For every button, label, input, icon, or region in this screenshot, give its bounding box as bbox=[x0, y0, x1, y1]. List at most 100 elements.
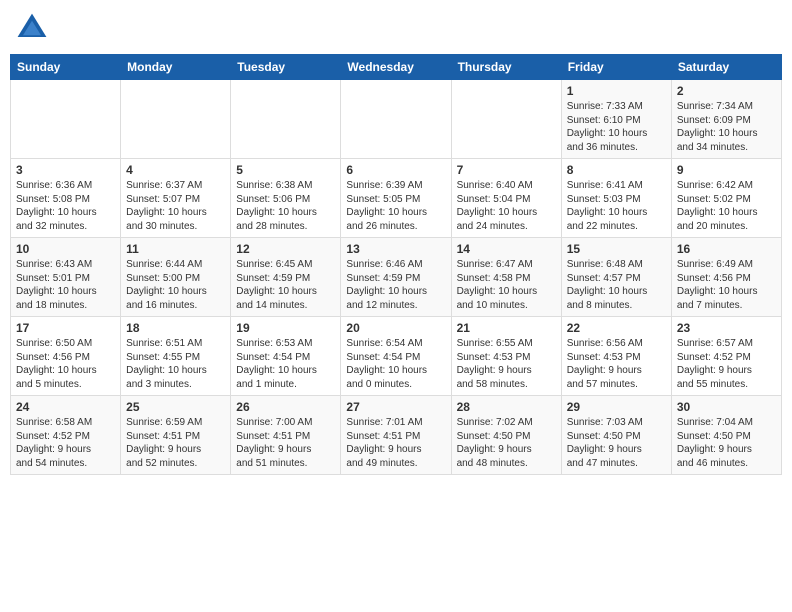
calendar-cell: 5 Sunrise: 6:38 AM Sunset: 5:06 PM Daylig… bbox=[231, 159, 341, 238]
day-info: Sunrise: 6:39 AM Sunset: 5:05 PM Dayligh… bbox=[346, 179, 445, 233]
day-info: Sunrise: 7:03 AM Sunset: 4:50 PM Dayligh… bbox=[567, 416, 666, 470]
day-number: 2 bbox=[677, 84, 776, 98]
calendar-cell: 7 Sunrise: 6:40 AM Sunset: 5:04 PM Daylig… bbox=[451, 159, 561, 238]
calendar-cell: 19Sunrise: 6:53 AM Sunset: 4:54 PM Dayli… bbox=[231, 317, 341, 396]
calendar-cell: 13 Sunrise: 6:46 AM Sunset: 4:59 PM Dayli… bbox=[341, 238, 451, 317]
calendar-cell: 10 Sunrise: 6:43 AM Sunset: 5:01 PM Dayli… bbox=[11, 238, 121, 317]
day-info: Sunrise: 7:01 AM Sunset: 4:51 PM Dayligh… bbox=[346, 416, 445, 470]
calendar-table: SundayMondayTuesdayWednesdayThursdayFrid… bbox=[10, 54, 782, 475]
day-number: 17 bbox=[16, 321, 115, 335]
calendar-week-row: 10 Sunrise: 6:43 AM Sunset: 5:01 PM Dayli… bbox=[11, 238, 782, 317]
day-number: 9 bbox=[677, 163, 776, 177]
calendar-cell: 16 Sunrise: 6:49 AM Sunset: 4:56 PM Dayli… bbox=[671, 238, 781, 317]
day-number: 11 bbox=[126, 242, 225, 256]
day-info: Sunrise: 7:33 AM Sunset: 6:10 PM Dayligh… bbox=[567, 100, 666, 154]
day-info: Sunrise: 6:38 AM Sunset: 5:06 PM Dayligh… bbox=[236, 179, 335, 233]
calendar-cell bbox=[451, 80, 561, 159]
calendar-cell: 14 Sunrise: 6:47 AM Sunset: 4:58 PM Dayli… bbox=[451, 238, 561, 317]
day-info: Sunrise: 6:43 AM Sunset: 5:01 PM Dayligh… bbox=[16, 258, 115, 312]
day-number: 28 bbox=[457, 400, 556, 414]
weekday-header: Friday bbox=[561, 55, 671, 80]
calendar-cell bbox=[341, 80, 451, 159]
day-info: Sunrise: 6:58 AM Sunset: 4:52 PM Dayligh… bbox=[16, 416, 115, 470]
day-number: 25 bbox=[126, 400, 225, 414]
calendar-cell: 21 Sunrise: 6:55 AM Sunset: 4:53 PM Dayli… bbox=[451, 317, 561, 396]
day-number: 14 bbox=[457, 242, 556, 256]
calendar-week-row: 24 Sunrise: 6:58 AM Sunset: 4:52 PM Dayli… bbox=[11, 396, 782, 475]
calendar-cell: 3 Sunrise: 6:36 AM Sunset: 5:08 PM Daylig… bbox=[11, 159, 121, 238]
day-info: Sunrise: 6:57 AM Sunset: 4:52 PM Dayligh… bbox=[677, 337, 776, 391]
day-number: 21 bbox=[457, 321, 556, 335]
weekday-header: Saturday bbox=[671, 55, 781, 80]
calendar-cell: 15 Sunrise: 6:48 AM Sunset: 4:57 PM Dayli… bbox=[561, 238, 671, 317]
calendar-cell: 2 Sunrise: 7:34 AM Sunset: 6:09 PM Daylig… bbox=[671, 80, 781, 159]
day-number: 7 bbox=[457, 163, 556, 177]
day-number: 4 bbox=[126, 163, 225, 177]
day-info: Sunrise: 6:48 AM Sunset: 4:57 PM Dayligh… bbox=[567, 258, 666, 312]
day-number: 29 bbox=[567, 400, 666, 414]
day-info: Sunrise: 6:40 AM Sunset: 5:04 PM Dayligh… bbox=[457, 179, 556, 233]
day-number: 6 bbox=[346, 163, 445, 177]
calendar-header-row: SundayMondayTuesdayWednesdayThursdayFrid… bbox=[11, 55, 782, 80]
calendar-cell: 4 Sunrise: 6:37 AM Sunset: 5:07 PM Daylig… bbox=[121, 159, 231, 238]
calendar-week-row: 1 Sunrise: 7:33 AM Sunset: 6:10 PM Daylig… bbox=[11, 80, 782, 159]
day-info: Sunrise: 6:45 AM Sunset: 4:59 PM Dayligh… bbox=[236, 258, 335, 312]
day-number: 15 bbox=[567, 242, 666, 256]
day-number: 20 bbox=[346, 321, 445, 335]
day-number: 13 bbox=[346, 242, 445, 256]
day-number: 30 bbox=[677, 400, 776, 414]
calendar-cell bbox=[231, 80, 341, 159]
calendar-cell: 8Sunrise: 6:41 AM Sunset: 5:03 PM Daylig… bbox=[561, 159, 671, 238]
weekday-header: Sunday bbox=[11, 55, 121, 80]
day-info: Sunrise: 6:56 AM Sunset: 4:53 PM Dayligh… bbox=[567, 337, 666, 391]
calendar-cell: 26Sunrise: 7:00 AM Sunset: 4:51 PM Dayli… bbox=[231, 396, 341, 475]
calendar-cell: 17 Sunrise: 6:50 AM Sunset: 4:56 PM Dayli… bbox=[11, 317, 121, 396]
calendar-cell bbox=[11, 80, 121, 159]
day-info: Sunrise: 6:36 AM Sunset: 5:08 PM Dayligh… bbox=[16, 179, 115, 233]
day-info: Sunrise: 7:02 AM Sunset: 4:50 PM Dayligh… bbox=[457, 416, 556, 470]
calendar-cell: 23 Sunrise: 6:57 AM Sunset: 4:52 PM Dayli… bbox=[671, 317, 781, 396]
day-info: Sunrise: 6:42 AM Sunset: 5:02 PM Dayligh… bbox=[677, 179, 776, 233]
day-number: 8 bbox=[567, 163, 666, 177]
day-number: 3 bbox=[16, 163, 115, 177]
day-info: Sunrise: 6:37 AM Sunset: 5:07 PM Dayligh… bbox=[126, 179, 225, 233]
logo-icon bbox=[14, 10, 50, 46]
day-number: 23 bbox=[677, 321, 776, 335]
day-number: 26 bbox=[236, 400, 335, 414]
logo bbox=[14, 10, 54, 46]
day-info: Sunrise: 6:53 AM Sunset: 4:54 PM Dayligh… bbox=[236, 337, 335, 391]
day-info: Sunrise: 7:04 AM Sunset: 4:50 PM Dayligh… bbox=[677, 416, 776, 470]
day-number: 5 bbox=[236, 163, 335, 177]
calendar-cell bbox=[121, 80, 231, 159]
day-number: 16 bbox=[677, 242, 776, 256]
calendar-cell: 12 Sunrise: 6:45 AM Sunset: 4:59 PM Dayli… bbox=[231, 238, 341, 317]
day-number: 24 bbox=[16, 400, 115, 414]
calendar-cell: 6 Sunrise: 6:39 AM Sunset: 5:05 PM Daylig… bbox=[341, 159, 451, 238]
calendar-cell: 27 Sunrise: 7:01 AM Sunset: 4:51 PM Dayli… bbox=[341, 396, 451, 475]
weekday-header: Monday bbox=[121, 55, 231, 80]
day-number: 18 bbox=[126, 321, 225, 335]
calendar-cell: 25Sunrise: 6:59 AM Sunset: 4:51 PM Dayli… bbox=[121, 396, 231, 475]
calendar-cell: 22 Sunrise: 6:56 AM Sunset: 4:53 PM Dayli… bbox=[561, 317, 671, 396]
day-info: Sunrise: 6:46 AM Sunset: 4:59 PM Dayligh… bbox=[346, 258, 445, 312]
day-info: Sunrise: 6:49 AM Sunset: 4:56 PM Dayligh… bbox=[677, 258, 776, 312]
weekday-header: Wednesday bbox=[341, 55, 451, 80]
day-info: Sunrise: 6:50 AM Sunset: 4:56 PM Dayligh… bbox=[16, 337, 115, 391]
day-info: Sunrise: 6:55 AM Sunset: 4:53 PM Dayligh… bbox=[457, 337, 556, 391]
calendar-cell: 18Sunrise: 6:51 AM Sunset: 4:55 PM Dayli… bbox=[121, 317, 231, 396]
day-info: Sunrise: 6:44 AM Sunset: 5:00 PM Dayligh… bbox=[126, 258, 225, 312]
day-number: 12 bbox=[236, 242, 335, 256]
day-info: Sunrise: 6:47 AM Sunset: 4:58 PM Dayligh… bbox=[457, 258, 556, 312]
calendar-cell: 11 Sunrise: 6:44 AM Sunset: 5:00 PM Dayli… bbox=[121, 238, 231, 317]
weekday-header: Thursday bbox=[451, 55, 561, 80]
calendar-cell: 28 Sunrise: 7:02 AM Sunset: 4:50 PM Dayli… bbox=[451, 396, 561, 475]
day-number: 27 bbox=[346, 400, 445, 414]
day-info: Sunrise: 7:34 AM Sunset: 6:09 PM Dayligh… bbox=[677, 100, 776, 154]
day-number: 22 bbox=[567, 321, 666, 335]
day-number: 1 bbox=[567, 84, 666, 98]
calendar-cell: 29 Sunrise: 7:03 AM Sunset: 4:50 PM Dayli… bbox=[561, 396, 671, 475]
calendar-cell: 20Sunrise: 6:54 AM Sunset: 4:54 PM Dayli… bbox=[341, 317, 451, 396]
weekday-header: Tuesday bbox=[231, 55, 341, 80]
day-number: 10 bbox=[16, 242, 115, 256]
calendar-cell: 9 Sunrise: 6:42 AM Sunset: 5:02 PM Daylig… bbox=[671, 159, 781, 238]
